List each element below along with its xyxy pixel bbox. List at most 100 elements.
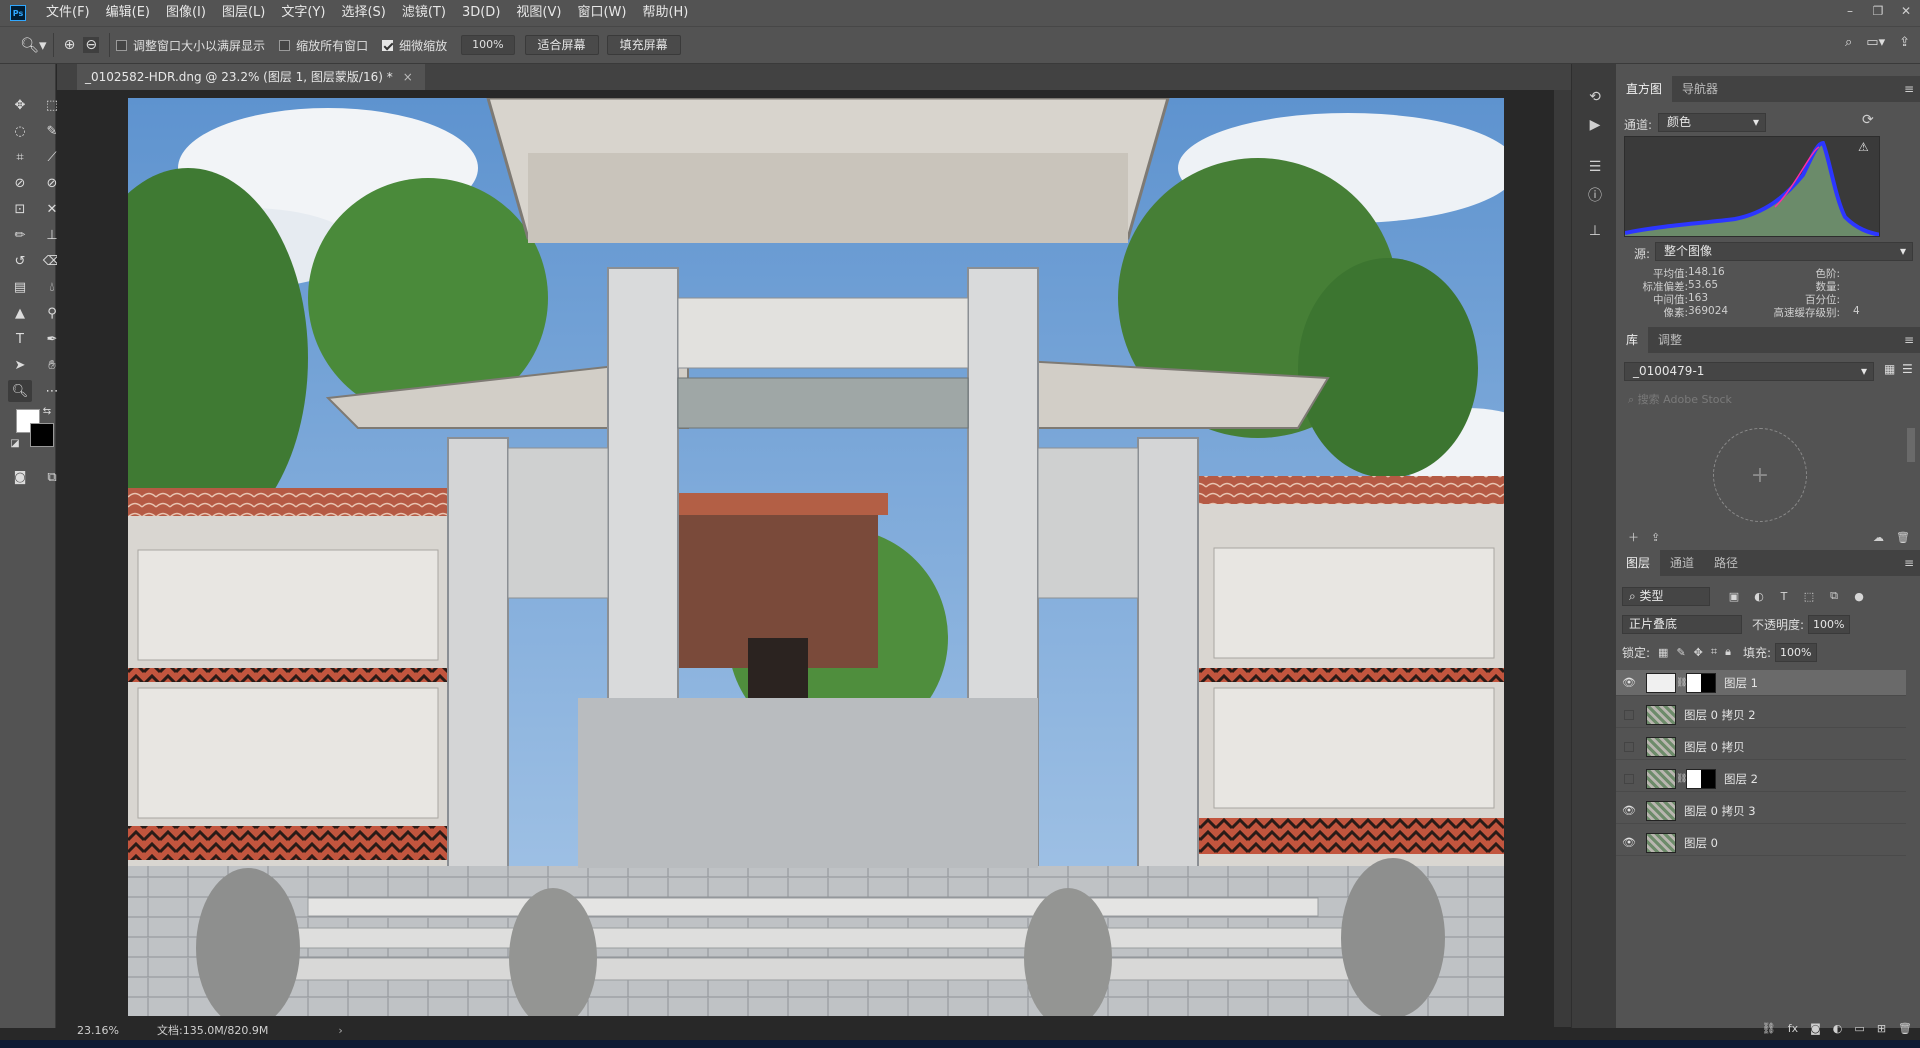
add-library-icon[interactable]: ＋	[1628, 529, 1639, 545]
list-view-icon[interactable]: ☰	[1902, 362, 1913, 376]
menu-help[interactable]: 帮助(H)	[634, 0, 696, 26]
info-icon[interactable]: ⓘ	[1584, 184, 1606, 206]
adjustment-layer-icon[interactable]: ◐	[1833, 1022, 1843, 1035]
zoom-in-icon[interactable]: ⊕	[64, 37, 76, 53]
fit-screen-button[interactable]: 适合屏幕	[524, 35, 599, 55]
layer-name[interactable]: 图层 0 拷贝	[1684, 739, 1745, 755]
default-colors-icon[interactable]: ◪	[8, 436, 22, 450]
layer-row[interactable]: 👁︎ 图层 0	[1616, 830, 1906, 856]
visibility-box[interactable]	[1624, 741, 1634, 752]
layer-filter-select[interactable]: ⌕ 类型	[1622, 586, 1710, 606]
close-button[interactable]: ✕	[1892, 0, 1920, 22]
stock-search-input[interactable]: ⌕ 搜索 Adobe Stock	[1624, 390, 1914, 410]
visibility-box[interactable]	[1624, 709, 1634, 720]
panel-menu-icon[interactable]: ≡	[1904, 556, 1914, 570]
lock-transparency-icon[interactable]: ▦	[1658, 646, 1668, 659]
library-scrollbar[interactable]	[1907, 428, 1915, 462]
eye-toggle-hidden[interactable]	[1616, 773, 1642, 784]
crop-tool-icon[interactable]: ⌗	[8, 146, 32, 168]
add-content-drop-zone[interactable]: +	[1713, 428, 1807, 522]
zoom-tool-preset-icon[interactable]: 🔍︎▾	[20, 36, 47, 54]
link-icon[interactable]: ⛓︎	[1676, 678, 1687, 688]
menu-filter[interactable]: 滤镜(T)	[394, 0, 454, 26]
warning-icon[interactable]: ⚠	[1858, 140, 1869, 154]
layer-name[interactable]: 图层 0 拷贝 2	[1684, 707, 1756, 723]
tab-paths[interactable]: 路径	[1704, 550, 1748, 576]
eye-toggle-hidden[interactable]	[1616, 741, 1642, 752]
zoom-all-windows-checkbox[interactable]: 缩放所有窗口	[279, 37, 368, 54]
document-tab[interactable]: _0102582-HDR.dng @ 23.2% (图层 1, 图层蒙版/16)…	[77, 64, 425, 90]
layer-thumbnail[interactable]	[1646, 672, 1676, 693]
menu-3d[interactable]: 3D(D)	[454, 0, 508, 26]
channel-select[interactable]: 颜色 ▾	[1658, 113, 1766, 132]
blend-mode-select[interactable]: 正片叠底	[1622, 614, 1742, 634]
panel-menu-icon[interactable]: ≡	[1904, 82, 1914, 96]
layer-thumbnail[interactable]	[1646, 768, 1676, 789]
layer-mask-thumbnail[interactable]	[1686, 672, 1716, 693]
background-color-swatch[interactable]	[30, 423, 54, 447]
layer-mask-thumbnail[interactable]	[1686, 768, 1716, 789]
lock-position-icon[interactable]: ✥	[1694, 646, 1703, 659]
dodge-tool-icon[interactable]: ▲	[8, 302, 32, 324]
restore-button[interactable]: ❐	[1864, 0, 1892, 22]
fill-field[interactable]: 100%	[1775, 642, 1817, 662]
zoom-tool-icon[interactable]: 🔍︎	[8, 380, 32, 402]
layer-thumbnail[interactable]	[1646, 800, 1676, 821]
new-layer-icon[interactable]: ⊞	[1877, 1022, 1886, 1035]
menu-view[interactable]: 视图(V)	[508, 0, 569, 26]
new-group-icon[interactable]: ▭	[1854, 1022, 1864, 1035]
lasso-tool-icon[interactable]: ◌	[8, 120, 32, 142]
filter-toggle-icon[interactable]: ●	[1851, 590, 1867, 603]
checkbox-box[interactable]	[116, 39, 128, 51]
layer-thumbnail[interactable]	[1646, 736, 1676, 757]
tab-layers[interactable]: 图层	[1616, 550, 1661, 576]
layer-row[interactable]: ⛓︎ 图层 2	[1616, 766, 1906, 792]
shape-filter-icon[interactable]: ⬚	[1801, 590, 1817, 603]
menu-file[interactable]: 文件(F)	[38, 0, 98, 26]
tab-adjustments[interactable]: 调整	[1648, 327, 1692, 353]
tab-navigator[interactable]: 导航器	[1672, 76, 1728, 102]
status-menu-arrow[interactable]: ›	[338, 1024, 342, 1037]
zoom-out-icon[interactable]: ⊖	[83, 37, 100, 53]
menu-image[interactable]: 图像(I)	[158, 0, 214, 26]
eye-icon[interactable]: 👁︎	[1616, 676, 1642, 689]
move-tool-icon[interactable]: ✥	[8, 94, 32, 116]
menu-select[interactable]: 选择(S)	[333, 0, 393, 26]
checkbox-box[interactable]	[279, 39, 291, 51]
healing-brush-icon[interactable]: ⊘	[8, 172, 32, 194]
menu-layer[interactable]: 图层(L)	[214, 0, 273, 26]
layer-name[interactable]: 图层 0 拷贝 3	[1684, 803, 1756, 819]
image-canvas[interactable]	[128, 98, 1504, 1016]
tab-histogram[interactable]: 直方图	[1616, 76, 1673, 102]
brush-tool-icon[interactable]: ✏	[8, 224, 32, 246]
share-icon[interactable]: ⇪	[1899, 35, 1910, 50]
type-filter-icon[interactable]: T	[1776, 590, 1792, 603]
layer-name[interactable]: 图层 2	[1724, 771, 1758, 787]
vertical-scrollbar[interactable]	[1554, 90, 1571, 1027]
lock-artboard-icon[interactable]: ⌗	[1711, 645, 1717, 659]
scrubby-zoom-checkbox[interactable]: 细微缩放	[382, 37, 447, 54]
add-mask-icon[interactable]: ◙	[1810, 1022, 1821, 1035]
layer-row[interactable]: 图层 0 拷贝 2	[1616, 702, 1906, 728]
source-select[interactable]: 整个图像 ▾	[1655, 242, 1913, 261]
tab-libraries[interactable]: 库	[1616, 327, 1649, 353]
panel-menu-icon[interactable]: ≡	[1904, 333, 1914, 347]
tab-channels[interactable]: 通道	[1660, 550, 1704, 576]
eye-toggle-hidden[interactable]	[1616, 709, 1642, 720]
actions-play-icon[interactable]: ▶	[1584, 114, 1606, 136]
layer-thumbnail[interactable]	[1646, 832, 1676, 853]
lock-pixels-icon[interactable]: ✎	[1676, 646, 1685, 659]
link-layers-icon[interactable]: ⛓︎	[1762, 1022, 1776, 1035]
zoom-level-readout[interactable]: 23.16%	[57, 1024, 119, 1037]
trash-icon[interactable]: 🗑︎	[1896, 531, 1910, 544]
layer-row[interactable]: 👁︎ 图层 0 拷贝 3	[1616, 798, 1906, 824]
swap-colors-icon[interactable]: ⇆	[40, 404, 54, 418]
history-icon[interactable]: ⟲	[1584, 86, 1606, 108]
content-aware-move-icon[interactable]: ⊡	[8, 198, 32, 220]
fx-icon[interactable]: fx	[1788, 1022, 1798, 1035]
opacity-field[interactable]: 100%	[1808, 614, 1851, 634]
clone-source-icon[interactable]: ⊥	[1584, 220, 1606, 242]
layer-name[interactable]: 图层 1	[1724, 675, 1758, 691]
smart-object-filter-icon[interactable]: ⧉	[1826, 589, 1842, 603]
eye-icon[interactable]: 👁︎	[1616, 836, 1642, 849]
